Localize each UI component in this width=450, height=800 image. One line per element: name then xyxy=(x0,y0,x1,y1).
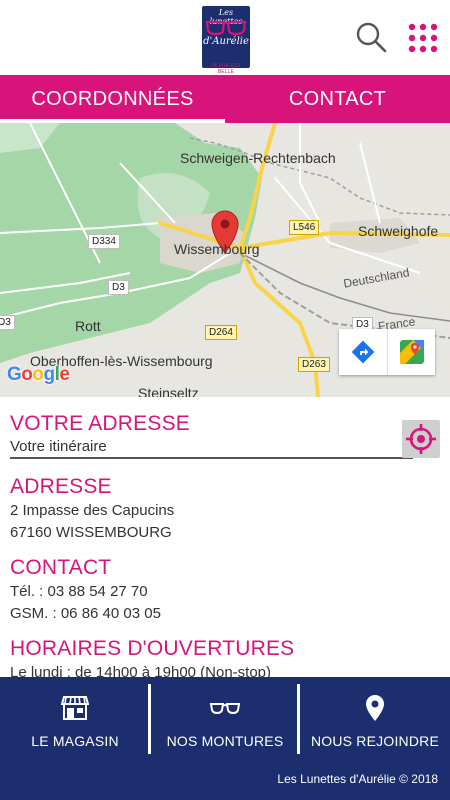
map-action-buttons xyxy=(339,329,435,375)
road-label-d264: D264 xyxy=(205,325,237,340)
contact-title: CONTACT xyxy=(10,556,112,579)
map-label-schweighofen: Schweighofe xyxy=(358,223,439,239)
road-label-l546: L546 xyxy=(289,220,320,235)
grid-menu-button[interactable] xyxy=(406,22,440,54)
tab-coordonnees[interactable]: COORDONNÉES xyxy=(0,75,225,123)
road-label-d263: D263 xyxy=(298,357,330,372)
crosshair-icon xyxy=(406,424,436,454)
google-maps-icon xyxy=(399,340,424,364)
tab-bar: COORDONNÉES CONTACT xyxy=(0,75,450,123)
brand-logo[interactable]: Les lunettes d'Aurélie xyxy=(202,6,250,68)
road-label-d334: D334 xyxy=(88,234,120,249)
glasses-icon xyxy=(210,703,240,715)
nav-le-magasin[interactable]: LE MAGASIN xyxy=(0,677,150,767)
store-info: VOTRE ADRESSE Votre itinéraire ADRESSE 2… xyxy=(0,397,450,677)
map-label-rott: Rott xyxy=(75,318,101,334)
votre-adresse-title: VOTRE ADRESSE xyxy=(10,412,190,435)
logo-glasses-icon xyxy=(205,20,247,35)
bottom-nav: LE MAGASIN NOS MONTURES NOUS REJOINDRE L… xyxy=(0,677,450,800)
locate-me-button[interactable] xyxy=(402,420,440,458)
road-label-d3-a: D3 xyxy=(108,280,129,295)
tab-contact[interactable]: CONTACT xyxy=(225,75,450,123)
location-pin-icon xyxy=(366,695,384,721)
adresse-line2: 67160 WISSEMBOURG xyxy=(10,524,172,541)
grid-menu-icon xyxy=(408,23,438,53)
app-header: Les lunettes d'Aurélie LA VUE EST BELLE xyxy=(0,0,450,75)
map-label-schweigen: Schweigen-Rechtenbach xyxy=(180,150,336,166)
directions-button[interactable] xyxy=(339,329,387,375)
store-icon xyxy=(61,696,89,720)
google-logo: Google xyxy=(7,364,70,385)
road-label-d3-b: D3 xyxy=(0,315,15,330)
adresse-title: ADRESSE xyxy=(10,475,112,498)
horaires-title: HORAIRES D'OUVERTURES xyxy=(10,637,295,660)
search-icon xyxy=(356,22,387,53)
adresse-line1: 2 Impasse des Capucins xyxy=(10,502,175,519)
directions-icon xyxy=(351,340,375,364)
nav-nous-rejoindre[interactable]: NOUS REJOINDRE xyxy=(300,677,450,767)
open-in-maps-button[interactable] xyxy=(387,329,435,375)
itineraire-link[interactable]: Votre itinéraire xyxy=(10,436,107,458)
nav-label-montures: NOS MONTURES xyxy=(166,733,284,749)
contact-gsm[interactable]: GSM. : 06 86 40 03 05 xyxy=(10,603,161,625)
map-label-steinseltz: Steinseltz xyxy=(138,385,199,397)
logo-tagline: LA VUE EST BELLE xyxy=(210,63,242,75)
search-button[interactable] xyxy=(354,20,388,54)
nav-nos-montures[interactable]: NOS MONTURES xyxy=(150,677,300,767)
itineraire-divider xyxy=(10,457,413,459)
nav-label-rejoindre: NOUS REJOINDRE xyxy=(310,733,440,749)
contact-tel[interactable]: Tél. : 03 88 54 27 70 xyxy=(10,581,148,603)
logo-line2: d'Aurélie xyxy=(203,36,249,47)
horaires-line1: Le lundi : de 14h00 à 19h00 (Non-stop) xyxy=(10,664,272,677)
map-label-wissembourg: Wissembourg xyxy=(174,241,260,257)
nav-label-magasin: LE MAGASIN xyxy=(31,733,119,749)
copyright-text: Les Lunettes d'Aurélie © 2018 xyxy=(277,772,438,786)
